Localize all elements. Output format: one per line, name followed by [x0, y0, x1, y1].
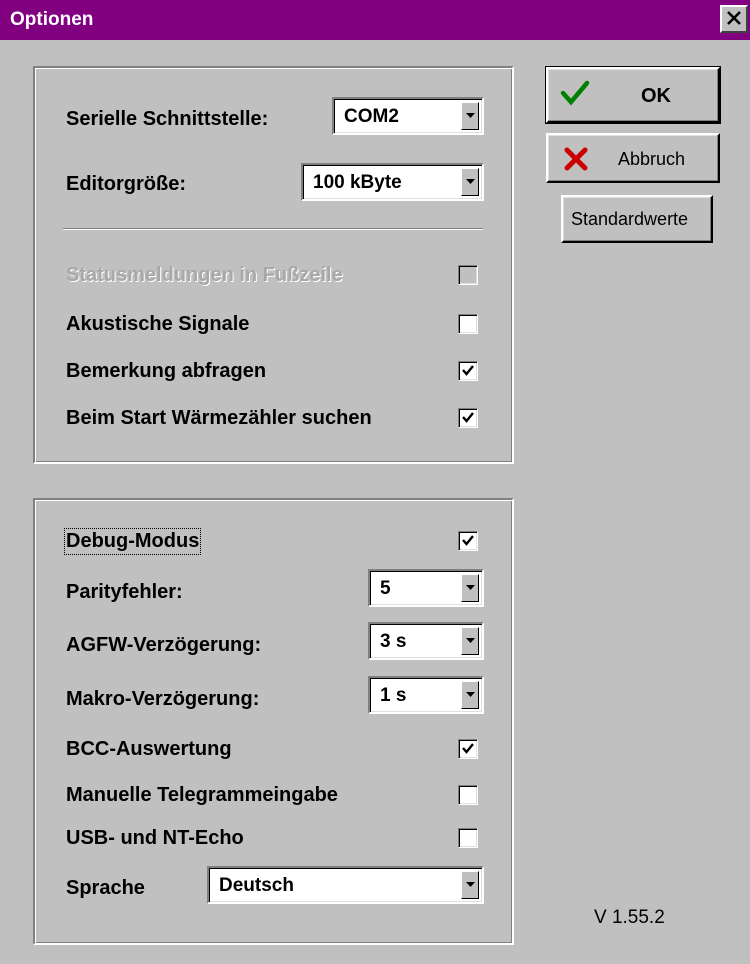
language-label: Sprache — [66, 877, 145, 899]
usb-nt-echo-label: USB- und NT-Echo — [66, 827, 244, 849]
status-messages-checkbox[interactable] — [458, 265, 478, 285]
parity-errors-value: 5 — [380, 578, 391, 599]
acoustic-signals-label: Akustische Signale — [66, 313, 250, 335]
agfw-delay-label: AGFW-Verzögerung: — [66, 634, 262, 656]
manual-telegram-label: Manuelle Telegrammeingabe — [66, 784, 338, 806]
defaults-button[interactable]: Standardwerte — [561, 195, 713, 243]
checkmark-icon — [462, 365, 474, 376]
bcc-evaluation-label: BCC-Auswertung — [66, 738, 232, 760]
macro-delay-dropdown-button[interactable] — [461, 681, 479, 709]
parity-errors-label: Parityfehler: — [66, 581, 183, 603]
ask-remark-label: Bemerkung abfragen — [66, 360, 267, 382]
macro-delay-value: 1 s — [380, 685, 407, 706]
editor-size-select[interactable]: 100 kByte — [301, 163, 484, 201]
checkmark-icon — [462, 412, 474, 423]
parity-errors-select[interactable]: 5 — [368, 569, 484, 607]
ok-button[interactable]: OK — [545, 66, 721, 124]
cancel-button-label: Abbruch — [618, 149, 686, 169]
chevron-down-icon — [466, 585, 475, 590]
serial-port-value: COM2 — [344, 106, 399, 127]
close-icon — [727, 11, 741, 25]
ask-remark-checkbox[interactable] — [458, 361, 478, 381]
macro-delay-select[interactable]: 1 s — [368, 676, 484, 714]
agfw-delay-select[interactable]: 3 s — [368, 622, 484, 660]
usb-nt-echo-checkbox[interactable] — [458, 828, 478, 848]
defaults-button-label: Standardwerte — [571, 209, 689, 229]
agfw-delay-dropdown-button[interactable] — [461, 627, 479, 655]
parity-errors-dropdown-button[interactable] — [461, 574, 479, 602]
checkmark-icon — [462, 535, 474, 546]
debug-mode-checkbox[interactable] — [458, 531, 478, 551]
serial-port-select[interactable]: COM2 — [332, 97, 484, 135]
checkmark-icon — [462, 743, 474, 754]
editor-size-dropdown-button[interactable] — [461, 168, 479, 196]
ok-button-label: OK — [641, 85, 671, 107]
window-title: Optionen — [10, 9, 94, 30]
search-heat-meter-label: Beim Start Wärmezähler suchen — [66, 407, 372, 429]
title-bar: Optionen — [0, 0, 750, 40]
editor-size-value: 100 kByte — [313, 172, 402, 193]
language-value: Deutsch — [219, 875, 294, 896]
chevron-down-icon — [466, 638, 475, 643]
group-divider — [63, 228, 483, 230]
chevron-down-icon — [466, 882, 475, 887]
chevron-down-icon — [466, 179, 475, 184]
manual-telegram-checkbox[interactable] — [458, 785, 478, 805]
editor-size-label: Editorgröße: — [66, 173, 186, 195]
version-label: V 1.55.2 — [594, 907, 665, 928]
search-heat-meter-checkbox[interactable] — [458, 408, 478, 428]
serial-port-label: Serielle Schnittstelle: — [66, 108, 269, 130]
macro-delay-label: Makro-Verzögerung: — [66, 688, 260, 710]
language-dropdown-button[interactable] — [461, 871, 479, 899]
bcc-evaluation-checkbox[interactable] — [458, 739, 478, 759]
chevron-down-icon — [466, 113, 475, 118]
cancel-button[interactable]: Abbruch — [546, 133, 720, 183]
close-icon — [564, 147, 588, 171]
language-select[interactable]: Deutsch — [207, 866, 484, 904]
close-button[interactable] — [720, 5, 748, 33]
debug-mode-label: Debug-Modus — [63, 528, 202, 555]
status-messages-label: Statusmeldungen in Fußzeile — [66, 264, 343, 286]
chevron-down-icon — [466, 692, 475, 697]
acoustic-signals-checkbox[interactable] — [458, 314, 478, 334]
checkmark-icon — [560, 80, 590, 106]
agfw-delay-value: 3 s — [380, 631, 407, 652]
serial-port-dropdown-button[interactable] — [461, 102, 479, 130]
